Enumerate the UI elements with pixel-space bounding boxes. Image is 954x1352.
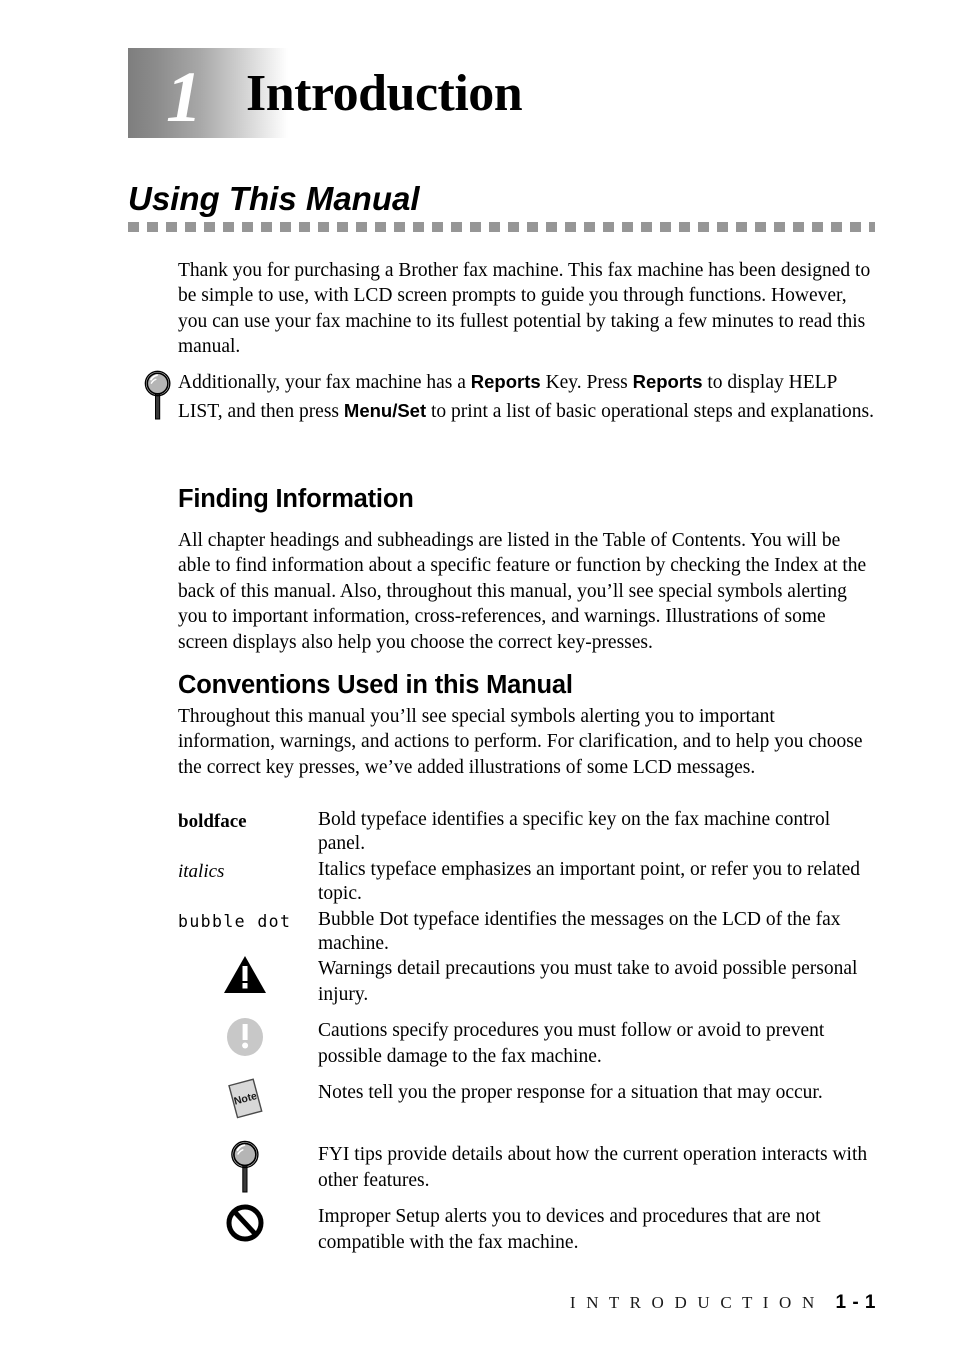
manual-page: 1 Introduction Using This Manual Thank y…: [0, 0, 954, 1352]
subheading-conventions: Conventions Used in this Manual: [178, 671, 573, 699]
tip-text-part-2: Key. Press: [540, 372, 633, 393]
finding-information-paragraph: All chapter headings and subheadings are…: [178, 530, 867, 653]
magnifier-icon: [143, 370, 173, 422]
typeface-conventions-table: boldface Bold typeface identifies a spec…: [178, 808, 878, 958]
tip-paragraph: Additionally, your fax machine has a Rep…: [178, 368, 876, 426]
page-footer: I N T R O D U C T I O N 1 - 1: [128, 1292, 876, 1314]
chapter-header: 1 Introduction: [128, 46, 888, 142]
chapter-number: 1: [166, 57, 202, 137]
dashed-rule-divider: [128, 222, 875, 232]
tip-key-menu-set: Menu/Set: [343, 400, 427, 421]
note-page-icon: Note: [222, 1076, 318, 1132]
magnifier-icon: [222, 1138, 318, 1194]
chapter-title: Introduction: [246, 65, 523, 122]
tip-key-reports-1: Reports: [470, 371, 541, 392]
list-item: Cautions specify procedures you must fol…: [222, 1014, 882, 1076]
finding-information-block: All chapter headings and subheadings are…: [178, 528, 876, 655]
symbol-legend-list: Warnings detail precautions you must tak…: [222, 952, 882, 1262]
legend-text-cautions: Cautions specify procedures you must fol…: [318, 1020, 825, 1067]
legend-text-improper-setup: Improper Setup alerts you to devices and…: [318, 1206, 821, 1253]
warning-triangle-icon: [222, 952, 318, 1008]
no-entry-icon: [222, 1200, 318, 1256]
legend-text-warnings: Warnings detail precautions you must tak…: [318, 958, 858, 1005]
typeface-term-bubble-dot: bubble dot: [178, 908, 318, 935]
table-row: italics Italics typeface emphasizes an i…: [178, 858, 878, 906]
typeface-term-boldface: boldface: [178, 811, 247, 832]
list-item: FYI tips provide details about how the c…: [222, 1138, 882, 1200]
list-item: Note Notes tell you the proper response …: [222, 1076, 882, 1138]
legend-text-fyi: FYI tips provide details about how the c…: [318, 1144, 868, 1191]
typeface-desc-boldface: Bold typeface identifies a specific key …: [318, 809, 831, 854]
caution-circle-icon: [222, 1014, 318, 1070]
list-item: Warnings detail precautions you must tak…: [222, 952, 882, 1014]
list-item: Improper Setup alerts you to devices and…: [222, 1200, 882, 1262]
footer-chapter-label: I N T R O D U C T I O N: [569, 1293, 818, 1312]
legend-text-notes: Notes tell you the proper response for a…: [318, 1082, 823, 1103]
intro-paragraph-block: Thank you for purchasing a Brother fax m…: [178, 258, 876, 360]
table-row: boldface Bold typeface identifies a spec…: [178, 808, 878, 856]
tip-text-part-1: Additionally, your fax machine has a: [178, 372, 471, 393]
typeface-term-italics: italics: [178, 861, 225, 882]
typeface-desc-italics: Italics typeface emphasizes an important…: [318, 859, 860, 904]
typeface-desc-bubble-dot: Bubble Dot typeface identifies the messa…: [318, 909, 841, 954]
table-row: bubble dot Bubble Dot typeface identifie…: [178, 908, 878, 956]
intro-paragraph: Thank you for purchasing a Brother fax m…: [178, 260, 871, 358]
tip-text-part-4: to print a list of basic operational ste…: [426, 401, 874, 422]
conventions-paragraph: Throughout this manual you’ll see specia…: [178, 706, 863, 778]
subheading-finding-information: Finding Information: [178, 485, 414, 513]
footer-page-number: 1 - 1: [835, 1292, 876, 1313]
section-heading: Using This Manual: [128, 180, 420, 217]
tip-key-reports-2: Reports: [632, 371, 703, 392]
conventions-block: Throughout this manual you’ll see specia…: [178, 704, 876, 780]
